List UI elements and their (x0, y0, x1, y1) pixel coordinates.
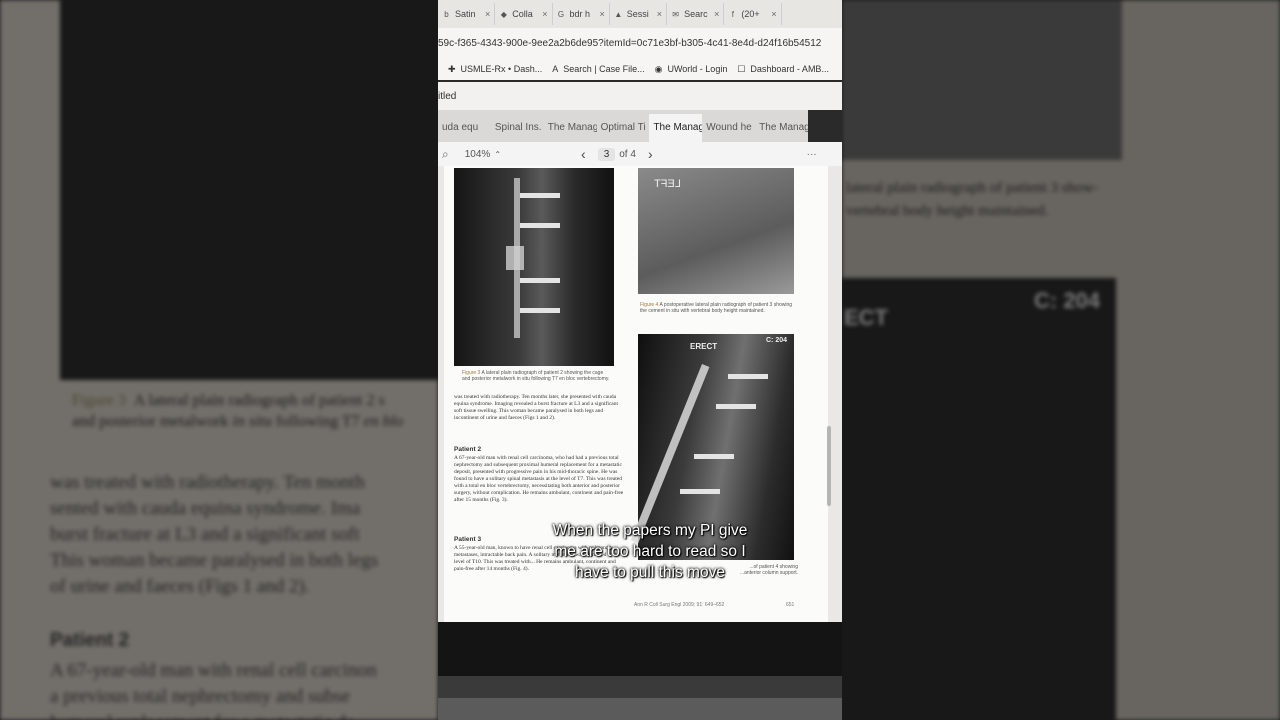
bookmark-icon: ☐ (737, 63, 746, 74)
background-heading: Patient 2 (50, 630, 130, 651)
pdf-scrollbar[interactable] (827, 426, 831, 506)
bookmark-label: USMLE-Rx • Dash... (460, 64, 543, 74)
zoom-caret-icon[interactable]: ⌃ (494, 150, 501, 159)
close-icon[interactable]: × (542, 9, 547, 19)
bookmark-icon: ◉ (654, 63, 663, 74)
bookmark-item[interactable]: ✚ USMLE-Rx • Dash... (448, 64, 542, 75)
journal-footer: Ann R Coll Surg Engl 2009; 91: 649–652 (634, 602, 725, 608)
browser-tab[interactable]: ✉ Searc × (667, 3, 725, 25)
more-options-icon[interactable]: ··· (807, 149, 817, 160)
close-icon[interactable]: × (485, 9, 490, 19)
background-caption-right-2: vertebral body height maintained. (846, 203, 1049, 219)
figure-5-erect-label: ERECT (690, 342, 718, 351)
paragraph-patient-2: A 67-year-old man with renal cell carcin… (454, 455, 624, 503)
search-icon[interactable]: ⌕ (442, 147, 449, 162)
background-erect-label: ECT (844, 305, 888, 330)
background-c-label: C: 204 (1034, 288, 1101, 313)
laptop-hinge (438, 676, 842, 698)
browser-tab[interactable]: Gbdr h × (553, 3, 610, 25)
laptop-base (438, 698, 842, 720)
background-paragraph: was treated with radiotherapy. Ten month… (50, 472, 379, 597)
pdf-tab[interactable]: The Manag (544, 114, 597, 142)
figure-5-c-label: C: 204 (766, 337, 788, 344)
tab-title: bdr h (569, 9, 591, 19)
figure-3-xray (454, 168, 614, 366)
tab-title: Colla (512, 9, 533, 19)
browser-window: b Satin × ◆ Colla × Gbdr h × ▲ Sessi × ✉ Searc × f (20+… (438, 0, 842, 720)
background-xray-top-right (842, 0, 1122, 160)
bookmark-icon: ✚ (448, 63, 456, 74)
background-xray-left (60, 0, 438, 380)
tab-title: (20+ (741, 9, 760, 19)
page-number-footer: 651 (786, 602, 795, 608)
tab-title: Satin (455, 9, 476, 19)
background-caption: Figure 3 A lateral plain radiograph of p… (72, 392, 385, 409)
background-caption-right: lateral plain radiograph of patient 3 sh… (846, 180, 1099, 196)
bookmark-icon: A (552, 64, 559, 74)
figure-4-marker: LEFT (654, 178, 681, 190)
bookmark-label: Search | Case File... (563, 64, 645, 74)
close-icon[interactable]: × (657, 9, 662, 19)
tab-favicon-icon: f (731, 9, 734, 19)
pdf-tab[interactable]: The Manag (649, 114, 703, 142)
tab-favicon-icon: b (444, 9, 449, 19)
next-page-button[interactable]: › (648, 146, 653, 162)
background-xray-bottom-right (842, 278, 1116, 720)
tab-favicon-icon: ◆ (500, 9, 507, 19)
page-number-input[interactable]: 3 (597, 147, 616, 161)
close-icon[interactable]: × (600, 9, 605, 19)
browser-tab[interactable]: b Satin × (438, 3, 496, 25)
background-left-blur: Figure 3 A lateral plain radiograph of p… (0, 0, 438, 720)
background-paragraph-2: A 67-year-old man with renal cell carcin… (50, 660, 377, 720)
figure-3-caption: Figure 3 A lateral plain radiograph of p… (462, 370, 610, 382)
pdf-tab[interactable]: uda equ (438, 114, 491, 142)
background-caption-2: and posterior metalwork in situ followin… (72, 413, 404, 430)
bookmark-item[interactable]: ☐ Dashboard - AMB... (737, 64, 829, 75)
background-right-blur: lateral plain radiograph of patient 3 sh… (842, 0, 1280, 720)
pdf-tab[interactable]: Optimal Ti (597, 114, 650, 142)
address-bar[interactable]: 59c-f365-4343-900e-9ee2a2b6de95?itemId=0… (438, 28, 842, 58)
heading-patient-3: Patient 3 (454, 536, 482, 543)
tab-title: Sessi (626, 9, 649, 19)
pdf-tab[interactable]: Spinal Ins. (491, 114, 544, 142)
bookmark-item[interactable]: ◉ UWorld - Login (655, 64, 728, 75)
pdf-toolbar: ⌕ 104% ⌃ ‹ 3 of 4 › ··· (438, 142, 842, 166)
video-subtitle: When the papers my PI give me are too ha… (552, 522, 748, 581)
figure-4-caption: Figure 4 A postoperative lateral plain r… (640, 302, 793, 314)
browser-tab[interactable]: f (20+ × (724, 3, 782, 25)
tab-favicon-icon: ▲ (614, 9, 623, 19)
tab-title: Searc (684, 9, 708, 19)
close-icon[interactable]: × (771, 9, 776, 19)
prev-page-button[interactable]: ‹ (581, 146, 586, 162)
browser-tab[interactable]: ▲ Sessi × (610, 3, 668, 25)
tab-favicon-icon: ✉ (672, 9, 679, 19)
heading-patient-2: Patient 2 (454, 446, 482, 453)
bookmark-item[interactable]: A Search | Case File... (552, 64, 644, 74)
close-icon[interactable]: × (714, 9, 719, 19)
pdf-tab[interactable]: Wound he (702, 114, 755, 142)
page-count: of 4 (619, 148, 636, 160)
zoom-level[interactable]: 104% (465, 149, 491, 160)
pdf-tab[interactable]: The Manag (755, 114, 808, 142)
browser-tab[interactable]: ◆ Colla × (495, 3, 553, 25)
paragraph-intro: was treated with radiotherapy. Ten month… (454, 394, 619, 421)
figure-4-xray: LEFT (638, 168, 794, 294)
document-title-bar: itled (438, 82, 842, 110)
bookmarks-bar: ✚ USMLE-Rx • Dash... A Search | Case File..… (438, 58, 842, 80)
bookmark-label: Dashboard - AMB... (750, 64, 829, 74)
bookmark-label: UWorld - Login (667, 64, 728, 74)
url-text: 59c-f365-4343-900e-9ee2a2b6de95?itemId=0… (438, 38, 822, 49)
browser-tab-strip: b Satin × ◆ Colla × Gbdr h × ▲ Sessi × ✉ Searc × f (20+… (438, 0, 842, 28)
document-title: itled (438, 91, 457, 102)
pdf-tab-bar: uda equ Spinal Ins. The Manag Optimal Ti The… (438, 110, 808, 142)
tab-favicon-icon: G (557, 9, 565, 19)
